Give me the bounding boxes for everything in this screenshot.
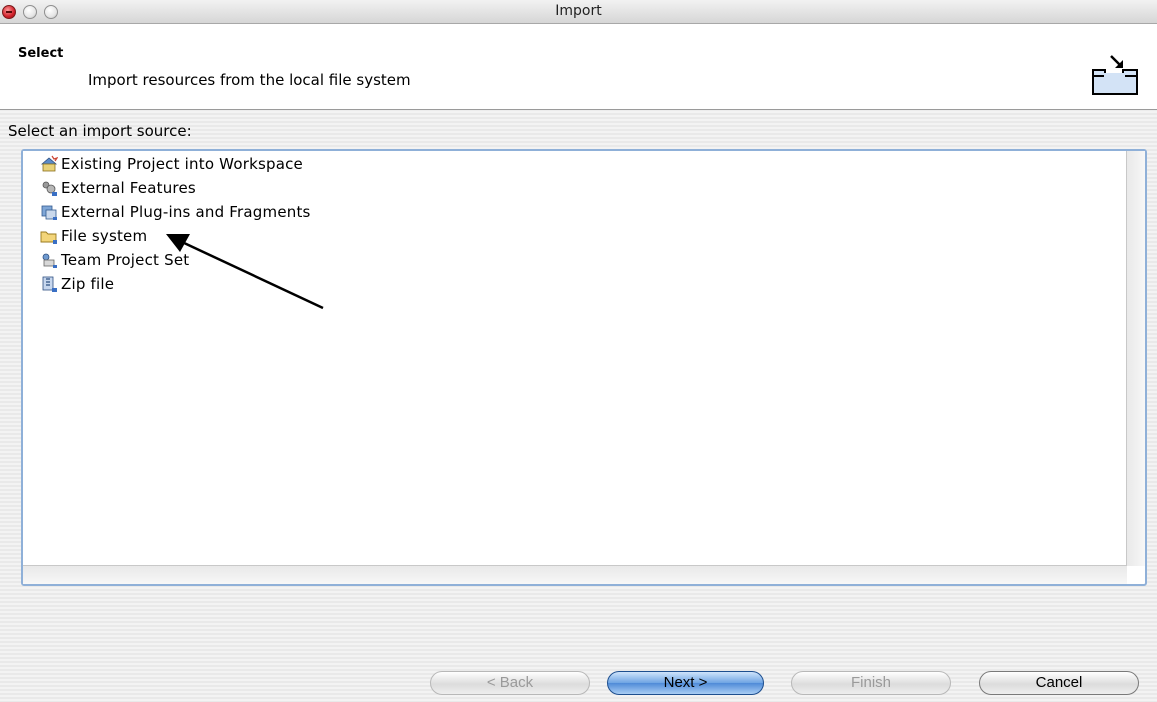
import-dialog: Import Select Import resources from the … <box>0 0 1157 702</box>
list-item-label: External Features <box>61 179 196 197</box>
features-icon <box>42 181 57 196</box>
folder-icon <box>40 231 57 244</box>
finish-button[interactable]: Finish <box>791 671 951 695</box>
wizard-banner: Select Import resources from the local f… <box>0 24 1157 110</box>
list-viewport: Existing Project into Workspace External… <box>23 151 1127 566</box>
list-item-label: Zip file <box>61 275 115 293</box>
vertical-scrollbar[interactable] <box>1127 151 1145 566</box>
plugins-icon <box>41 205 57 220</box>
list-item[interactable]: Existing Project into Workspace <box>40 153 303 175</box>
cancel-button[interactable]: Cancel <box>979 671 1139 695</box>
list-item-label: File system <box>61 227 148 245</box>
import-wizard-icon <box>1092 55 1138 95</box>
list-item[interactable]: File system <box>40 225 147 247</box>
list-item-label: Existing Project into Workspace <box>61 155 303 173</box>
project-icon <box>40 155 58 172</box>
list-item[interactable]: External Features <box>40 177 196 199</box>
window-title: Import <box>555 3 602 19</box>
next-button[interactable]: Next > <box>607 671 764 695</box>
page-title: Select <box>18 46 64 61</box>
horizontal-scrollbar[interactable] <box>23 566 1127 584</box>
list-item[interactable]: External Plug-ins and Fragments <box>40 201 311 223</box>
list-item[interactable]: Zip file <box>40 273 114 295</box>
import-source-label: Select an import source: <box>8 122 192 140</box>
import-source-list[interactable]: Existing Project into Workspace External… <box>21 149 1147 586</box>
back-button[interactable]: < Back <box>430 671 590 695</box>
page-description: Import resources from the local file sys… <box>88 71 411 89</box>
title-bar[interactable]: Import <box>0 0 1157 24</box>
team-project-icon <box>42 253 57 268</box>
zip-file-icon <box>42 276 57 292</box>
annotation-arrow-icon <box>166 234 324 310</box>
list-item-label: External Plug-ins and Fragments <box>61 203 311 221</box>
